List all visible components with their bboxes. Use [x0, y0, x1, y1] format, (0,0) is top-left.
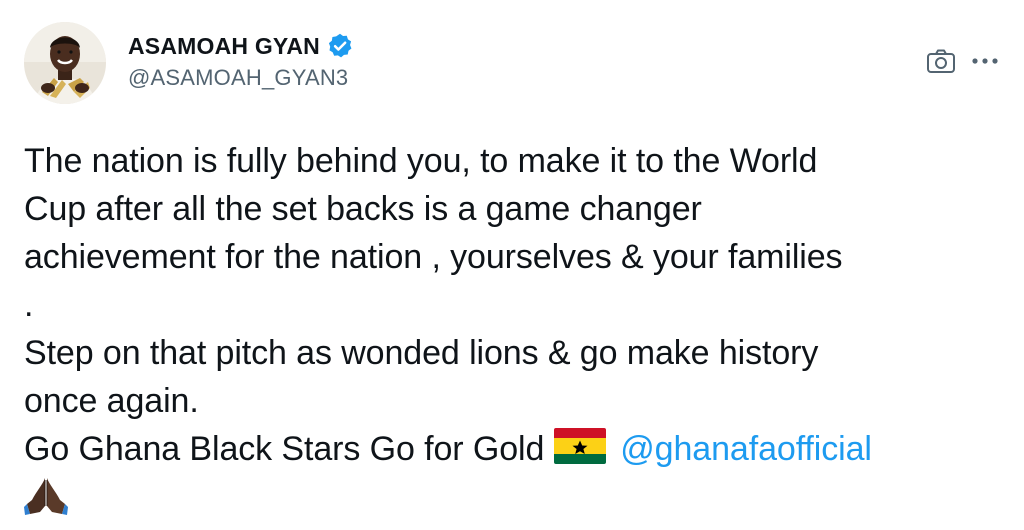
tweet-card: ASAMOAH GYAN @ASAMOAH_GYAN3 The nation i…: [0, 0, 1024, 530]
tweet-line: .: [24, 286, 34, 324]
display-name-row: ASAMOAH GYAN: [128, 29, 354, 63]
tweet-line: achievement for the nation , yourselves …: [24, 238, 843, 276]
tweet-text: The nation is fully behind you, to make …: [24, 137, 1014, 521]
more-horizontal-icon[interactable]: [968, 44, 1002, 78]
author-handle[interactable]: @ASAMOAH_GYAN3: [128, 65, 354, 91]
tweet-emoji-line: [24, 473, 1014, 521]
tweet-line: once again.: [24, 382, 199, 420]
tweet-line: Go Ghana Black Stars Go for Gold: [24, 430, 545, 468]
tweet-line: Step on that pitch as wonded lions & go …: [24, 334, 819, 372]
ghana-flag-icon: [554, 428, 607, 464]
tweet-line: The nation is fully behind you, to make …: [24, 142, 818, 180]
avatar[interactable]: [24, 22, 106, 104]
tweet-header: ASAMOAH GYAN @ASAMOAH_GYAN3: [24, 22, 354, 104]
folded-hands-icon: [24, 474, 68, 516]
author-names: ASAMOAH GYAN @ASAMOAH_GYAN3: [128, 29, 354, 91]
camera-icon[interactable]: [924, 44, 958, 78]
mention-link[interactable]: @ghanafaofficial: [620, 430, 872, 468]
tweet-line: Cup after all the set backs is a game ch…: [24, 190, 702, 228]
tweet-last-line: Go Ghana Black Stars Go for Gold @ghanaf…: [24, 425, 1014, 473]
verified-badge-icon: [326, 32, 354, 60]
tweet-actions: [924, 44, 1002, 78]
display-name[interactable]: ASAMOAH GYAN: [128, 33, 320, 60]
